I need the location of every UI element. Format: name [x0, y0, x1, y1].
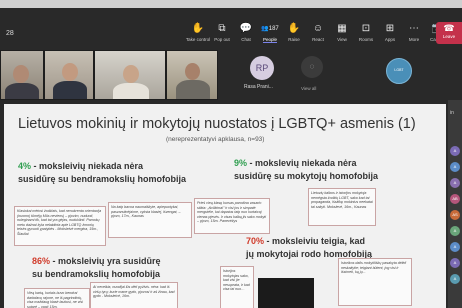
quote-box: Klasiokai mėtosi žodžiais, kad nenukrent… [14, 206, 106, 246]
more-icon: ⋯ [409, 23, 419, 34]
rooms-button[interactable]: ⊡ Rooms [354, 22, 378, 50]
redacted-area [258, 278, 314, 308]
meeting-toolbar: ✋ Take control ⧉ Pop out 💬 Chat 👥187 Peo… [186, 22, 450, 50]
avatar[interactable]: AB [450, 194, 460, 204]
organization-logo-tile[interactable]: LGBT [386, 58, 412, 84]
stat-4-percent: 4% - moksleivių niekada nėra susidūrę su… [18, 161, 187, 184]
quote-box: Vieą kartą, kuriais buvo bendrai darbdav… [24, 288, 90, 308]
avatar[interactable]: A [450, 162, 460, 172]
participant-video-tile[interactable] [0, 50, 44, 100]
avatar[interactable]: A [450, 178, 460, 188]
people-count: 187 [268, 26, 279, 32]
apps-icon: ⊞ [385, 23, 395, 34]
quote-box: Istorijos mokytojas sako, kad visi jie n… [220, 266, 254, 308]
teams-meeting-window: 28 ✋ Take control ⧉ Pop out 💬 Chat 👥187 … [0, 8, 462, 308]
more-button[interactable]: ⋯ More [402, 22, 426, 50]
rooms-icon: ⊡ [361, 23, 371, 34]
pop-out-icon: ⧉ [218, 23, 226, 34]
meeting-timer: 28 [6, 30, 14, 37]
avatar[interactable]: A [450, 146, 460, 156]
participant-video-tile[interactable] [166, 50, 218, 100]
quote-box: Prieš vieą klasę kursas parodina vasario… [194, 198, 270, 234]
shared-presentation-slide: Lietuvos mokinių ir mokytojų nuostatos į… [4, 104, 446, 308]
avatar[interactable]: A [450, 242, 460, 252]
sidebar-label: in [450, 110, 454, 116]
quote-box: Ai neveikia, nuodijai lūs dėti pyživis. … [90, 282, 178, 308]
participant-video-tile[interactable] [94, 50, 166, 100]
apps-button[interactable]: ⊞ Apps [378, 22, 402, 50]
quote-box: Lietuvių kalbos ir istorijos mokytoja ne… [308, 188, 376, 226]
participant-name: Rasa Prani... [244, 84, 273, 90]
view-button[interactable]: ▦ View [330, 22, 354, 50]
avatar[interactable]: A [450, 258, 460, 268]
slide-subtitle: (nereprezentatyvi apklausa, n=93) [166, 136, 265, 143]
stat-9-percent: 9% - mokslevių niekada nėra susidūrę su … [234, 158, 379, 181]
view-all-button[interactable]: ◌ View all [296, 50, 326, 100]
phone-icon: ☎ [443, 23, 455, 33]
slide-title: Lietuvos mokinių ir mokytojų nuostatos į… [18, 116, 416, 132]
participant-tile-rp[interactable]: RP Rasa Prani... [236, 50, 292, 100]
people-icon: 👥187 [261, 26, 279, 32]
raise-hand-icon: ✋ [287, 23, 301, 34]
avatar: RP [250, 56, 274, 80]
quote-box: Istorikos dalis mokykliškų pasakyta dėlė… [338, 258, 412, 306]
react-button[interactable]: ☺ React [306, 22, 330, 50]
participants-panel: A A A AB AS A A A A [448, 100, 462, 308]
avatar[interactable]: A [450, 274, 460, 284]
people-group-icon: ◌ [301, 56, 323, 78]
stat-86-percent: 86% - moksleivių yra susidūrę su bendram… [32, 256, 161, 279]
quote-box: Na kaip bavoa naumaiškyte, apiepuotykai,… [108, 202, 192, 238]
chat-button[interactable]: 💬 Chat [234, 22, 258, 50]
avatar[interactable]: A [450, 226, 460, 236]
leave-button[interactable]: ☎ Leave [436, 22, 462, 44]
people-button[interactable]: 👥187 People [258, 22, 282, 50]
react-icon: ☺ [312, 23, 324, 34]
participant-video-tile[interactable] [44, 50, 94, 100]
pop-out-button[interactable]: ⧉ Pop out [210, 22, 234, 50]
participant-gallery [0, 50, 230, 100]
chat-icon: 💬 [239, 23, 253, 34]
view-icon: ▦ [337, 23, 347, 34]
avatar[interactable]: AS [450, 210, 460, 220]
hand-icon: ✋ [191, 23, 205, 34]
raise-hand-button[interactable]: ✋ Raise [282, 22, 306, 50]
take-control-button[interactable]: ✋ Take control [186, 22, 210, 50]
